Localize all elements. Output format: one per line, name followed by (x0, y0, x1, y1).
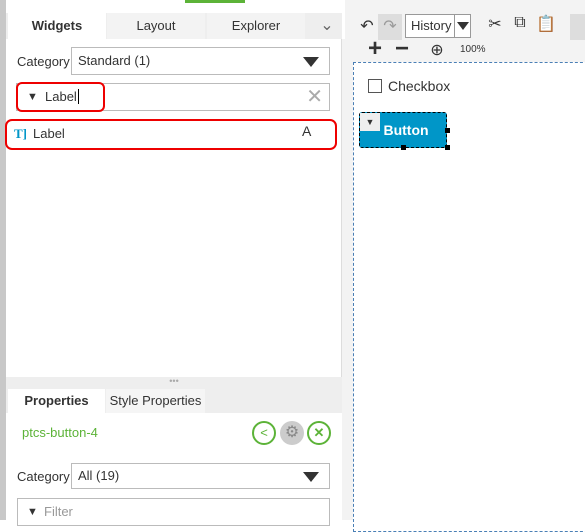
resize-handle-bottom[interactable] (401, 145, 406, 150)
highlight-item (5, 119, 337, 150)
cut-icon[interactable]: ✂ (486, 14, 504, 34)
resize-handle-right[interactable] (445, 128, 450, 133)
delete-icon[interactable]: ✕ (307, 421, 331, 445)
tab-layout[interactable]: Layout (107, 13, 205, 39)
zoom-out-icon[interactable]: − (391, 36, 413, 62)
zoom-in-icon[interactable]: + (364, 36, 386, 62)
history-label: History (411, 18, 452, 33)
undo-icon[interactable]: ↶ (358, 16, 376, 36)
tab-style-properties[interactable]: Style Properties (106, 389, 205, 413)
history-dropdown[interactable]: History (405, 14, 471, 38)
properties-category-select[interactable]: All (19) (71, 463, 330, 489)
filter-placeholder: Filter (44, 504, 73, 519)
gear-icon[interactable]: ⚙ (280, 421, 304, 445)
tab-widgets[interactable]: Widgets (8, 13, 106, 39)
more-toolbar-button[interactable] (570, 14, 585, 40)
dropdown-arrow-icon (303, 57, 319, 67)
chevron-down-icon[interactable]: ⌄ (315, 15, 339, 35)
widget-id: ptcs-button-4 (22, 425, 98, 440)
dropdown-arrow-icon (303, 472, 319, 482)
clear-icon[interactable]: ✕ (306, 84, 323, 110)
properties-filter-input[interactable]: Filter ▼ (17, 498, 330, 526)
resize-handle-corner[interactable] (445, 145, 450, 150)
properties-category-value: All (19) (78, 468, 120, 483)
checkbox[interactable] (368, 79, 382, 93)
zoom-level: 100% (460, 44, 486, 55)
category-select[interactable]: Standard (1) (71, 47, 330, 75)
paste-icon[interactable]: 📋 (536, 14, 556, 34)
splitter[interactable] (342, 39, 353, 520)
center-target-icon[interactable]: ⊕ (428, 40, 446, 60)
dropdown-arrow-icon (454, 15, 471, 37)
widget-menu-icon[interactable]: ▼ (360, 113, 380, 131)
highlight-filter (16, 82, 105, 112)
properties-category-label: Category (17, 469, 70, 484)
top-tab-indicator (185, 0, 245, 3)
checkbox-label: Checkbox (388, 78, 451, 94)
bind-icon[interactable]: < (252, 421, 276, 445)
copy-icon[interactable]: ⧉ (511, 14, 529, 32)
category-value: Standard (1) (78, 53, 151, 68)
tab-properties[interactable]: Properties (8, 389, 105, 413)
filter-icon: ▼ (27, 506, 38, 518)
category-label: Category (17, 54, 70, 69)
tab-explorer[interactable]: Explorer (207, 13, 305, 39)
